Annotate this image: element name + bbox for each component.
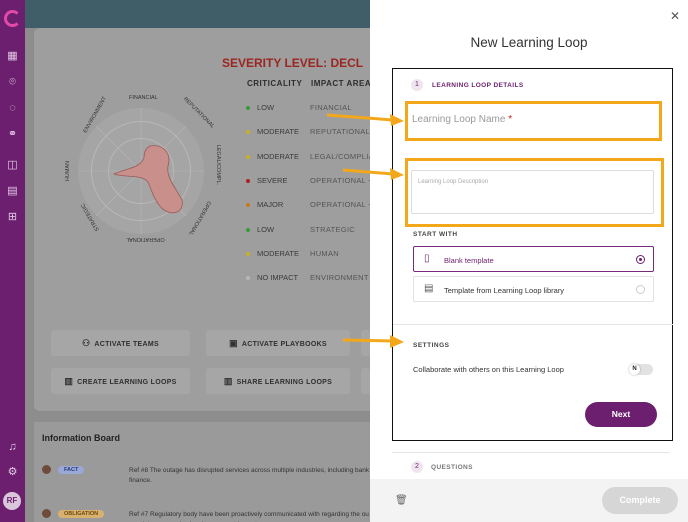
radar-label-human: HUMAN [65, 160, 72, 182]
criticality-dot [246, 276, 250, 281]
step-2-number: 2 [411, 461, 423, 473]
severity-row: LOW STRATEGIC [246, 224, 355, 234]
entry-status-icon [42, 509, 51, 518]
entry-text: Ref #7 Regulatory body have been proacti… [129, 511, 376, 522]
impact-area: OPERATIONAL - F [310, 175, 379, 185]
collaborate-label: Collaborate with others on this Learning… [413, 365, 564, 374]
severity-row: MODERATE REPUTATIONAL [246, 127, 370, 137]
modal-footer: 🗑 Complete [370, 479, 688, 522]
gear-icon[interactable]: ⚙ [6, 466, 19, 479]
criticality-level: MODERATE [257, 248, 299, 258]
severity-row: LOW FINANCIAL [246, 103, 352, 112]
map-pin-icon[interactable]: ⌾ [6, 76, 19, 89]
criticality-dot [246, 106, 250, 111]
severity-row: NO IMPACT ENVIRONMENT [246, 273, 368, 283]
book-icon[interactable]: ◫ [6, 159, 19, 172]
criticality-dot [246, 203, 250, 208]
criticality-dot [246, 178, 250, 183]
impact-area: FINANCIAL [310, 103, 352, 112]
clipboard-icon[interactable]: ▤ [6, 185, 19, 198]
bell-icon[interactable]: ♫ [6, 441, 19, 454]
criticality-level: LOW [257, 224, 275, 234]
users-icon: ⚇ [82, 338, 91, 348]
criticality-header: CRITICALITY [247, 79, 303, 88]
criticality-dot [246, 227, 250, 232]
radar-label-legal: LEGAL/COMPL. [215, 144, 222, 186]
activate-teams-button[interactable]: ⚇ ACTIVATE TEAMS [51, 330, 190, 356]
impact-area: REPUTATIONAL [310, 127, 370, 137]
entry-status-icon [42, 465, 51, 474]
app-logo-icon[interactable] [4, 10, 21, 27]
complete-button[interactable]: Complete [602, 487, 678, 514]
impact-area-header: IMPACT AREA [311, 79, 372, 88]
next-button[interactable]: Next [585, 402, 657, 427]
criticality-level: MODERATE [257, 151, 299, 161]
entry-tag: OBLIGATION [58, 510, 105, 518]
radar-label-financial: FINANCIAL [129, 95, 158, 101]
impact-area: ENVIRONMENT [310, 273, 369, 283]
chat-icon[interactable]: ◌ [6, 102, 19, 115]
entry-tag: FACT [58, 466, 85, 474]
severity-title: SEVERITY LEVEL: DECL [222, 56, 364, 70]
impact-area: OPERATIONAL - F [310, 200, 379, 210]
criticality-dot [246, 130, 250, 135]
start-with-label: START WITH [413, 231, 458, 238]
settings-label: SETTINGS [413, 342, 450, 349]
file-icon: ▯ [424, 253, 430, 264]
severity-row: SEVERE OPERATIONAL - F [246, 175, 378, 185]
severity-row: MAJOR OPERATIONAL - F [246, 200, 378, 210]
severity-row: MODERATE HUMAN [246, 248, 339, 258]
criticality-dot [246, 154, 250, 159]
radar-shape [78, 108, 204, 234]
criticality-level: NO IMPACT [257, 273, 299, 283]
step-divider [392, 452, 670, 453]
radio-library-template[interactable] [636, 285, 645, 294]
left-nav-rail: ▦ ⌾ ◌ ⚭ ◫ ▤ ⊞ ♫ ⚙ RF [0, 0, 25, 522]
building-icon[interactable]: ▦ [6, 50, 19, 63]
top-banner-image [25, 0, 370, 28]
activate-playbooks-button[interactable]: ▣ ACTIVATE PLAYBOOKS [206, 330, 350, 356]
collaborate-toggle[interactable]: N [629, 364, 653, 375]
new-learning-loop-panel: ✕ New Learning Loop 1 LEARNING LOOP DETA… [370, 0, 688, 522]
section-divider [393, 324, 673, 325]
radar-label-operational-2: OPERATIONAL [126, 236, 165, 242]
impact-area: STRATEGIC [310, 224, 356, 234]
learning-loop-description-input[interactable]: Learning Loop Description [411, 170, 654, 214]
loop-icon: ▥ [64, 376, 74, 386]
create-learning-loops-button[interactable]: ▥ CREATE LEARNING LOOPS [51, 368, 190, 394]
modal-title: New Learning Loop [470, 35, 588, 50]
learning-loop-name-input[interactable]: Learning Loop Name * [408, 107, 656, 135]
severity-row: MODERATE LEGAL/COMPLIAN [246, 151, 379, 161]
impact-radar-chart [78, 108, 204, 234]
share-learning-loops-button[interactable]: ▥ SHARE LEARNING LOOPS [206, 368, 350, 394]
criticality-level: MAJOR [257, 200, 284, 210]
criticality-level: MODERATE [257, 127, 299, 137]
entry-text: Ref #8 The outage has disrupted services… [129, 467, 382, 484]
partial-button [361, 330, 370, 356]
trash-icon[interactable]: 🗑 [395, 495, 408, 506]
option-blank-template[interactable]: ▯ Blank template [413, 246, 654, 272]
criticality-level: LOW [257, 103, 275, 112]
step-1-label: LEARNING LOOP DETAILS [432, 82, 524, 89]
grid-icon[interactable]: ⊞ [6, 211, 19, 224]
required-marker: * [508, 114, 513, 125]
close-icon[interactable]: ✕ [670, 9, 680, 23]
handshake-icon[interactable]: ⚭ [6, 128, 19, 141]
toggle-knob: N [629, 364, 640, 375]
option-library-template[interactable]: ▤ Template from Learning Loop library [413, 276, 654, 302]
playbook-icon: ▣ [229, 338, 238, 348]
radio-blank-template[interactable] [636, 255, 645, 264]
step-2-label[interactable]: QUESTIONS [431, 464, 473, 471]
criticality-level: SEVERE [257, 175, 288, 185]
criticality-dot [246, 251, 250, 256]
step-1-number: 1 [411, 79, 423, 91]
user-avatar[interactable]: RF [3, 492, 21, 510]
template-icon: ▤ [424, 283, 434, 294]
information-board-title: Information Board [42, 433, 120, 443]
partial-button [361, 368, 370, 394]
impact-area: HUMAN [310, 248, 339, 258]
share-icon: ▥ [223, 376, 233, 386]
